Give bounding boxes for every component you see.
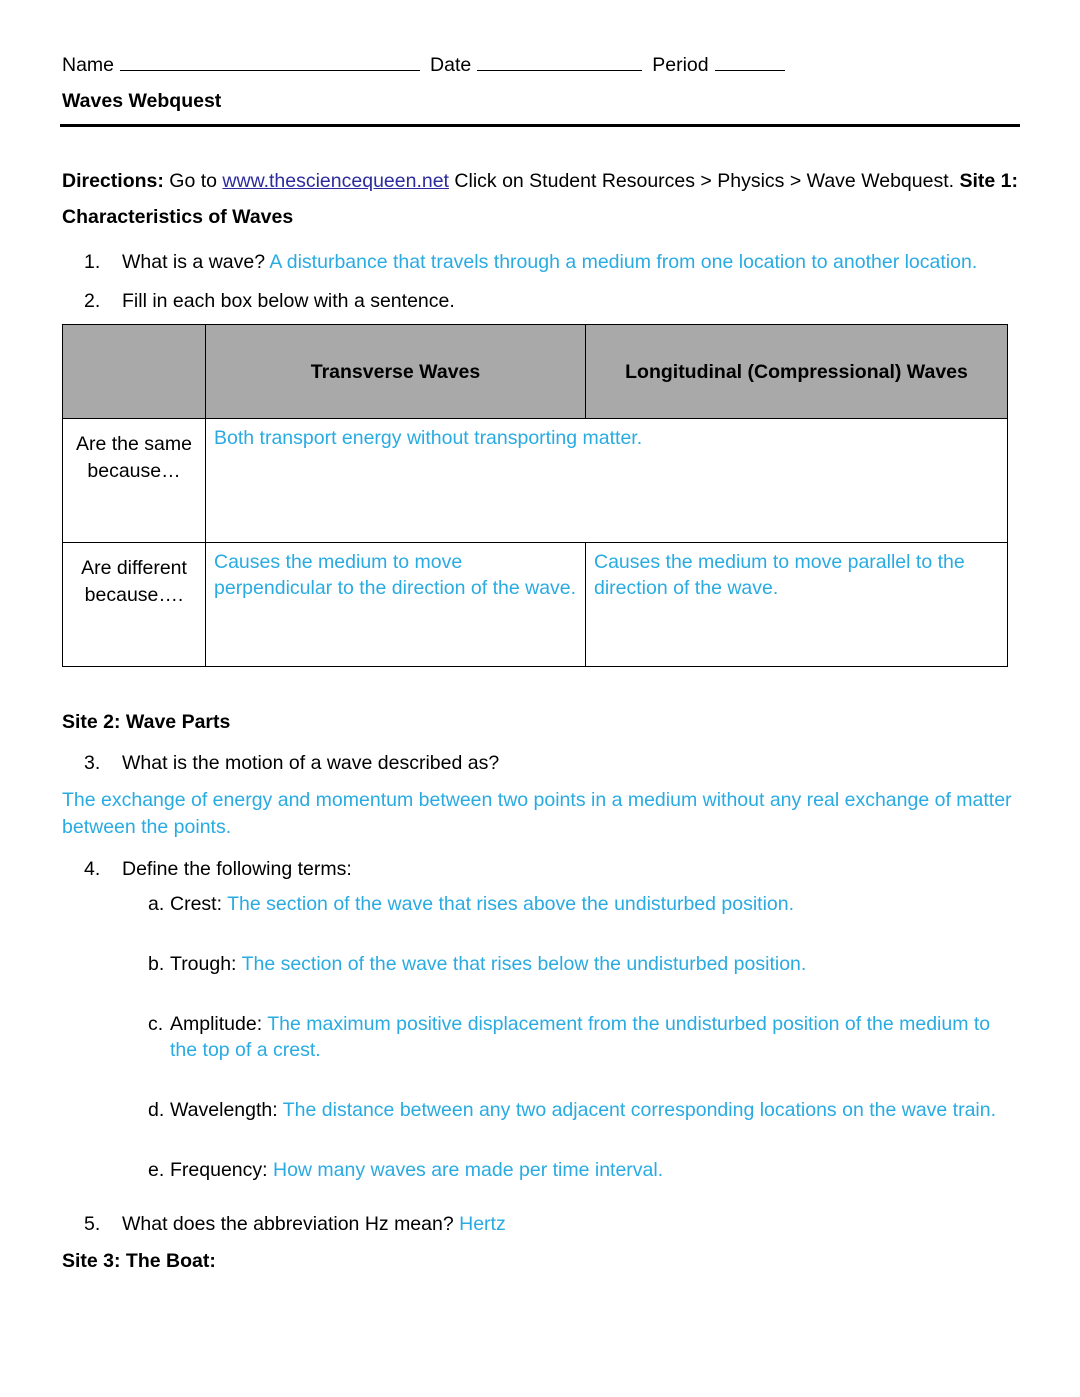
question-4-number: 4.: [84, 858, 101, 880]
student-info-line: Name Date Period: [60, 52, 1020, 78]
definition-term-crest: Crest:: [170, 893, 223, 915]
question-1-answer[interactable]: A disturbance that travels through a med…: [269, 251, 977, 273]
definition-body-trough: Trough: The section of the wave that ris…: [170, 951, 1020, 977]
thesciencequeen-link[interactable]: www.thesciencequeen.net: [222, 170, 449, 192]
question-2-number: 2.: [84, 290, 101, 312]
worksheet-page: Name Date Period Waves Webquest Directio…: [0, 0, 1080, 1397]
question-5-answer[interactable]: Hertz: [459, 1213, 506, 1235]
document-content: Name Date Period Waves Webquest Directio…: [60, 52, 1020, 1275]
question-3-number: 3.: [84, 752, 101, 774]
cell-different-longitudinal[interactable]: Causes the medium to move parallel to th…: [585, 542, 1008, 667]
definition-letter-e: e.: [148, 1159, 165, 1181]
cell-different-transverse[interactable]: Causes the medium to move perpendicular …: [205, 542, 586, 667]
definition-letter-b: b.: [148, 953, 165, 975]
directions-paragraph: Directions: Go to www.thesciencequeen.ne…: [60, 163, 1020, 235]
directions-post-link: Click on Student Resources > Physics > W…: [448, 170, 960, 192]
question-2: 2. Fill in each box below with a sentenc…: [60, 288, 1020, 315]
question-4-prompt: Define the following terms:: [122, 858, 352, 880]
title-divider: [60, 124, 1020, 127]
table-header-corner: [62, 324, 206, 419]
question-2-prompt: Fill in each box below with a sentence.: [122, 290, 455, 312]
definition-answer-wavelength[interactable]: The distance between any two adjacent co…: [283, 1099, 996, 1121]
definition-answer-frequency[interactable]: How many waves are made per time interva…: [273, 1159, 663, 1181]
question-5-prompt: What does the abbreviation Hz mean?: [122, 1213, 454, 1235]
wave-comparison-table: Transverse Waves Longitudinal (Compressi…: [62, 324, 1008, 667]
row-label-different: Are different because….: [62, 542, 206, 667]
question-5-number: 5.: [84, 1213, 101, 1235]
definition-term-amplitude: Amplitude:: [170, 1013, 263, 1035]
table-header-row: Transverse Waves Longitudinal (Compressi…: [62, 324, 1008, 419]
period-blank-field[interactable]: [714, 53, 785, 71]
definition-answer-amplitude[interactable]: The maximum positive displacement from t…: [170, 1013, 990, 1061]
definition-body-crest: Crest: The section of the wave that rise…: [170, 891, 1020, 917]
name-label: Name: [62, 54, 115, 76]
definition-letter-c: c.: [148, 1013, 164, 1035]
question-4: 4. Define the following terms:: [60, 856, 1020, 883]
list-item: c. Amplitude: The maximum positive displ…: [148, 1011, 1020, 1063]
table-header-longitudinal: Longitudinal (Compressional) Waves: [585, 324, 1008, 419]
definition-letter-a: a.: [148, 893, 165, 915]
directions-pre-link: Go to: [169, 170, 223, 192]
question-5-body: What does the abbreviation Hz mean? Hert…: [122, 1211, 1020, 1238]
question-1: 1. What is a wave? A disturbance that tr…: [60, 249, 1020, 276]
definition-body-amplitude: Amplitude: The maximum positive displace…: [170, 1011, 1020, 1063]
definition-body-wavelength: Wavelength: The distance between any two…: [170, 1097, 1020, 1123]
site2-heading: Site 2: Wave Parts: [62, 711, 231, 733]
definition-list: a. Crest: The section of the wave that r…: [60, 891, 1020, 1183]
row-label-same: Are the same because…: [62, 418, 206, 543]
definition-term-trough: Trough:: [170, 953, 237, 975]
question-1-prompt: What is a wave?: [122, 251, 266, 273]
definition-answer-trough[interactable]: The section of the wave that rises below…: [242, 953, 807, 975]
question-3: 3. What is the motion of a wave describe…: [60, 750, 1020, 777]
question-3-answer[interactable]: The exchange of energy and momentum betw…: [60, 787, 1020, 841]
table-row: Are different because…. Causes the mediu…: [62, 542, 1008, 667]
table-header-transverse: Transverse Waves: [205, 324, 586, 419]
definition-term-wavelength: Wavelength:: [170, 1099, 278, 1121]
period-label: Period: [652, 54, 709, 76]
cell-same-merged[interactable]: Both transport energy without transporti…: [205, 418, 1008, 543]
definition-letter-d: d.: [148, 1099, 165, 1121]
question-3-prompt: What is the motion of a wave described a…: [122, 752, 500, 774]
question-5: 5. What does the abbreviation Hz mean? H…: [60, 1211, 1020, 1238]
list-item: e. Frequency: How many waves are made pe…: [148, 1157, 1020, 1183]
table-row: Are the same because… Both transport ene…: [62, 418, 1008, 543]
list-item: a. Crest: The section of the wave that r…: [148, 891, 1020, 917]
date-label: Date: [430, 54, 472, 76]
page-title: Waves Webquest: [62, 90, 222, 112]
definition-body-frequency: Frequency: How many waves are made per t…: [170, 1157, 1020, 1183]
definition-answer-crest[interactable]: The section of the wave that rises above…: [227, 893, 794, 915]
name-blank-field[interactable]: [120, 53, 421, 71]
list-item: b. Trough: The section of the wave that …: [148, 951, 1020, 977]
directions-label: Directions:: [62, 170, 164, 192]
question-1-number: 1.: [84, 251, 101, 273]
definition-term-frequency: Frequency:: [170, 1159, 268, 1181]
list-item: d. Wavelength: The distance between any …: [148, 1097, 1020, 1123]
date-blank-field[interactable]: [477, 53, 643, 71]
site3-heading: Site 3: The Boat:: [62, 1250, 216, 1272]
question-1-body: What is a wave? A disturbance that trave…: [122, 249, 1020, 276]
